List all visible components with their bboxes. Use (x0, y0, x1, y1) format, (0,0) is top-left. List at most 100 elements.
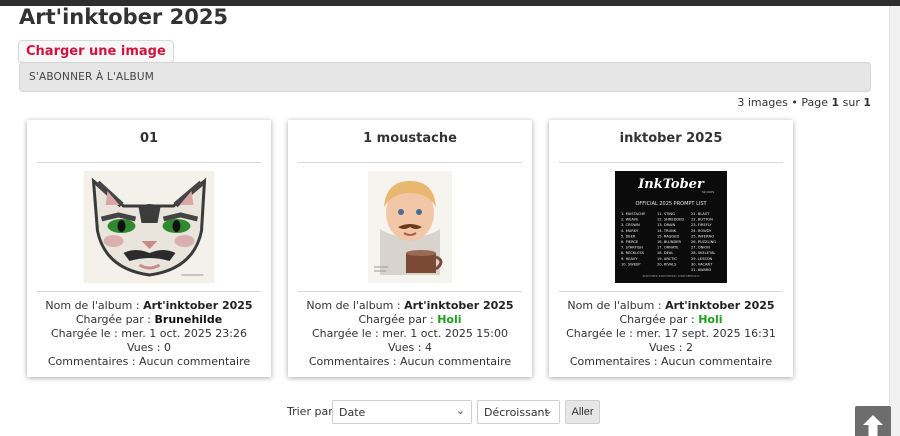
upload-date: mer. 1 oct. 2025 15:00 (382, 327, 509, 340)
prompt-item: 20. RIVALS (657, 262, 677, 266)
views-line: Vues : 2 (549, 341, 793, 355)
sort-order-value: Décroissant (484, 406, 549, 419)
prompt-item: 31. AWARD (691, 268, 711, 272)
prompt-item: 30. VACANT (691, 262, 713, 266)
subscribe-bar: S'ABONNER À L'ALBUM (19, 62, 871, 92)
prompt-item: 11. STING (657, 212, 675, 216)
date-label: Chargée le : (566, 327, 637, 340)
prompt-item: 25. INFERNO (691, 234, 714, 238)
sort-order-select[interactable]: Décroissant ⌄ (477, 400, 560, 424)
comments-line: Commentaires : Aucun commentaire (27, 355, 271, 369)
comments-label: Commentaires : (47, 355, 140, 368)
prompt-logo: InkTober (637, 177, 705, 192)
uploader-link[interactable]: Brunehilde (155, 313, 223, 326)
sort-go-button[interactable]: Aller (565, 400, 600, 424)
prompt-item: 19. ARCTIC (657, 257, 677, 261)
prompt-item: 13. DRAIN (657, 223, 675, 227)
uploader-link[interactable]: Holi (437, 313, 461, 326)
album-link[interactable]: Art'inktober 2025 (404, 299, 514, 312)
divider (37, 162, 261, 163)
views-count: 2 (685, 341, 693, 354)
prompt-item: 23. FIREFLY (691, 223, 712, 227)
prompt-item: 12. SHREDDED (657, 218, 684, 222)
prompt-item: 16. BLUNDER (657, 240, 682, 244)
views-line: Vues : 0 (27, 341, 271, 355)
views-label: Vues : (127, 341, 164, 354)
comments-value: Aucun commentaire (661, 355, 773, 368)
prompt-item: 21. BLAST (691, 212, 710, 216)
image-metadata: Nom de l'album : Art'inktober 2025 Charg… (27, 299, 271, 369)
image-title[interactable]: 1 moustache (288, 131, 532, 146)
pagination-prefix: 3 images • Page (737, 96, 832, 109)
pagination-total: 1 (863, 96, 871, 109)
prompt-item: 29. LESSON (691, 257, 713, 261)
prompt-item: 17. ORNATE (657, 246, 679, 250)
chevron-down-icon: ⌄ (455, 404, 465, 417)
album-link[interactable]: Art'inktober 2025 (665, 299, 775, 312)
views-count: 4 (424, 341, 432, 354)
subscribe-album-link[interactable]: S'ABONNER À L'ALBUM (29, 71, 154, 83)
comments-label: Commentaires : (308, 355, 401, 368)
chevron-down-icon: ⌄ (543, 404, 553, 417)
prompt-item: 2. WEAVE (621, 218, 639, 222)
prompt-item: 8. RECKLESS (621, 251, 645, 255)
image-title[interactable]: 01 (27, 131, 271, 146)
views-label: Vues : (388, 341, 425, 354)
arrow-up-icon (863, 415, 883, 436)
uploader-label: Chargée par : (358, 313, 438, 326)
image-card[interactable]: 1 moustache Nom de l'album : Art'inktobe… (288, 120, 532, 377)
upload-date: mer. 1 oct. 2025 23:26 (121, 327, 248, 340)
prompt-item: 7. STARFISH (621, 246, 643, 250)
cat-drawing-thumbnail[interactable] (83, 171, 215, 283)
inktober-prompt-list-thumbnail[interactable]: InkTober 52 DAYS OFFICIAL 2025 PROMPT LI… (615, 171, 727, 283)
upload-image-button[interactable]: Charger une image (18, 40, 174, 63)
comments-line: Commentaires : Aucun commentaire (288, 355, 532, 369)
uploader-line: Chargée par : Holi (549, 313, 793, 327)
image-card[interactable]: 01 Nom de l'album : Art'inktober 2025 Ch… (27, 120, 271, 377)
prompt-item: 14. TRUNK (657, 229, 677, 233)
image-title[interactable]: inktober 2025 (549, 131, 793, 146)
sort-field-select[interactable]: Date ⌄ (332, 400, 472, 424)
views-line: Vues : 4 (288, 341, 532, 355)
uploader-label: Chargée par : (619, 313, 699, 326)
prompt-item: 6. PIERCE (621, 240, 639, 244)
pagination-info: 3 images • Page 1 sur 1 (737, 96, 871, 109)
uploader-link[interactable]: Holi (698, 313, 722, 326)
prompt-item: 5. DEER (621, 234, 636, 238)
date-label: Chargée le : (50, 327, 122, 340)
views-label: Vues : (649, 341, 686, 354)
comments-value: Aucun commentaire (400, 355, 512, 368)
back-to-top-button[interactable] (855, 406, 891, 436)
image-metadata: Nom de l'album : Art'inktober 2025 Charg… (549, 299, 793, 369)
prompt-footer: #INKTOBER #INKTOBER52 #INKTOBER2025 (642, 274, 700, 278)
album-link[interactable]: Art'inktober 2025 (143, 299, 253, 312)
date-line: Chargée le : mer. 1 oct. 2025 15:00 (288, 327, 532, 341)
page-scrollbar[interactable] (889, 6, 900, 436)
date-line: Chargée le : mer. 17 sept. 2025 16:31 (549, 327, 793, 341)
pagination-current: 1 (831, 96, 840, 109)
divider (559, 291, 783, 292)
date-line: Chargée le : mer. 1 oct. 2025 23:26 (27, 327, 271, 341)
sort-field-value: Date (339, 406, 366, 419)
comments-label: Commentaires : (569, 355, 662, 368)
moustache-portrait-thumbnail[interactable] (368, 171, 452, 283)
pagination-middle: sur (839, 96, 864, 109)
uploader-label: Chargée par : (75, 313, 155, 326)
prompt-item: 26. PUZZLING (691, 240, 716, 244)
prompt-item: 18. DEAL (657, 251, 673, 255)
uploader-line: Chargée par : Holi (288, 313, 532, 327)
views-count: 0 (163, 341, 171, 354)
prompt-item: 1. MUSTACHE (621, 212, 646, 216)
prompt-item: 28. SKELETAL (691, 251, 715, 255)
prompt-item: 10. SWEEP (621, 262, 641, 266)
album-label: Nom de l'album : (45, 299, 144, 312)
prompt-item: 15. RAGGED (657, 234, 679, 238)
prompt-item: 22. BUTTON (691, 218, 713, 222)
album-line: Nom de l'album : Art'inktober 2025 (549, 299, 793, 313)
divider (37, 291, 261, 292)
uploader-line: Chargée par : Brunehilde (27, 313, 271, 327)
upload-date: mer. 17 sept. 2025 16:31 (636, 327, 776, 340)
image-card[interactable]: inktober 2025 InkTober 52 DAYS OFFICIAL … (549, 120, 793, 377)
album-line: Nom de l'album : Art'inktober 2025 (288, 299, 532, 313)
album-label: Nom de l'album : (567, 299, 666, 312)
